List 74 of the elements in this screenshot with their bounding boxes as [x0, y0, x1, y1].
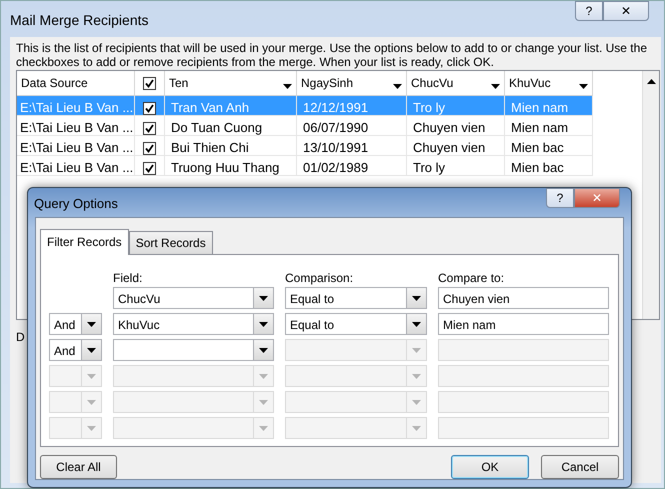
row-checkbox[interactable] [143, 122, 156, 135]
table-cell: E:\Tai Lieu B Van ... [17, 116, 135, 136]
dialog-button[interactable]: Clear All [40, 455, 117, 479]
row-checkbox[interactable] [143, 162, 156, 175]
caret-icon [259, 426, 268, 430]
section-label: D [16, 329, 26, 346]
dialog-button[interactable]: OK [451, 455, 529, 479]
table-cell: Mien nam [505, 116, 593, 136]
tab[interactable]: Sort Records [128, 231, 213, 254]
caret-icon [491, 84, 500, 89]
caret-icon [259, 400, 268, 404]
table-cell: Chuyen vien [407, 136, 505, 156]
input-field[interactable]: Chuyen vien [438, 287, 609, 309]
dropdown[interactable]: And [49, 313, 102, 335]
help-button[interactable]: ? [546, 188, 574, 208]
caret-icon [87, 426, 96, 430]
input-field[interactable]: Mien nam [438, 313, 609, 335]
table-cell: E:\Tai Lieu B Van ... [17, 156, 135, 176]
table-cell: 12/12/1991 [297, 96, 407, 116]
table-cell: Mien bac [505, 136, 593, 156]
dropdown[interactable] [113, 339, 274, 361]
dropdown[interactable]: Equal to [285, 313, 427, 335]
column-header[interactable]: Ten [165, 71, 297, 96]
dropdown[interactable]: Equal to [285, 287, 427, 309]
close-button[interactable]: ✕ [603, 1, 649, 21]
caret-icon [579, 84, 588, 89]
table-cell: Tro ly [407, 96, 505, 116]
caret-icon [259, 374, 268, 378]
column-header[interactable]: ChucVu [407, 71, 505, 96]
tab[interactable]: Filter Records [40, 229, 129, 255]
caret-icon [412, 400, 421, 404]
table-cell: Mien nam [505, 96, 593, 116]
table-cell: E:\Tai Lieu B Van ... [17, 96, 135, 116]
table-cell: Mien bac [505, 156, 593, 176]
table-cell: Do Tuan Cuong [165, 116, 297, 136]
table-cell: E:\Tai Lieu B Van ... [17, 136, 135, 156]
dialog-button[interactable]: Cancel [541, 455, 619, 479]
table-cell: Tran Van Anh [165, 96, 297, 116]
caret-icon [647, 79, 656, 84]
table-cell: Tro ly [407, 156, 505, 176]
caret-icon [87, 374, 96, 378]
dialog-title: Query Options [34, 195, 118, 213]
caret-icon [412, 426, 421, 430]
caret-icon [412, 296, 421, 300]
column-header[interactable]: KhuVuc [505, 71, 593, 96]
dropdown[interactable]: ChucVu [113, 287, 274, 309]
column-label: Field: [113, 270, 144, 285]
help-button[interactable]: ? [575, 1, 603, 21]
dropdown[interactable]: And [49, 339, 102, 361]
caret-icon [259, 296, 268, 300]
row-checkbox[interactable] [143, 102, 156, 115]
caret-icon [393, 84, 402, 89]
instructions-text: This is the list of recipients that will be used in your merge. Use the options below to add to or change your list. Use the checkboxes to add or remove recipients from the merge. When your list is ready, click OK. [16, 41, 648, 69]
caret-icon [412, 348, 421, 352]
table-cell: Chuyen vien [407, 116, 505, 136]
caret-icon [283, 84, 292, 89]
caret-icon [259, 348, 268, 352]
table-cell: Truong Huu Thang [165, 156, 297, 176]
caret-icon [87, 348, 96, 352]
column-header[interactable]: Data Source [17, 71, 135, 96]
window-title: Mail Merge Recipients [10, 11, 148, 30]
caret-icon [87, 400, 96, 404]
dropdown[interactable]: KhuVuc [113, 313, 274, 335]
table-cell: 06/07/1990 [297, 116, 407, 136]
table-cell: 01/02/1989 [297, 156, 407, 176]
table-cell: Bui Thien Chi [165, 136, 297, 156]
column-label: Comparison: [285, 270, 354, 285]
table-cell: 13/10/1991 [297, 136, 407, 156]
caret-icon [412, 374, 421, 378]
scrollbar[interactable] [642, 71, 659, 319]
select-all-checkbox[interactable] [143, 76, 156, 90]
column-header[interactable]: NgaySinh [297, 71, 407, 96]
column-label: Compare to: [438, 270, 506, 285]
row-checkbox[interactable] [143, 142, 156, 155]
